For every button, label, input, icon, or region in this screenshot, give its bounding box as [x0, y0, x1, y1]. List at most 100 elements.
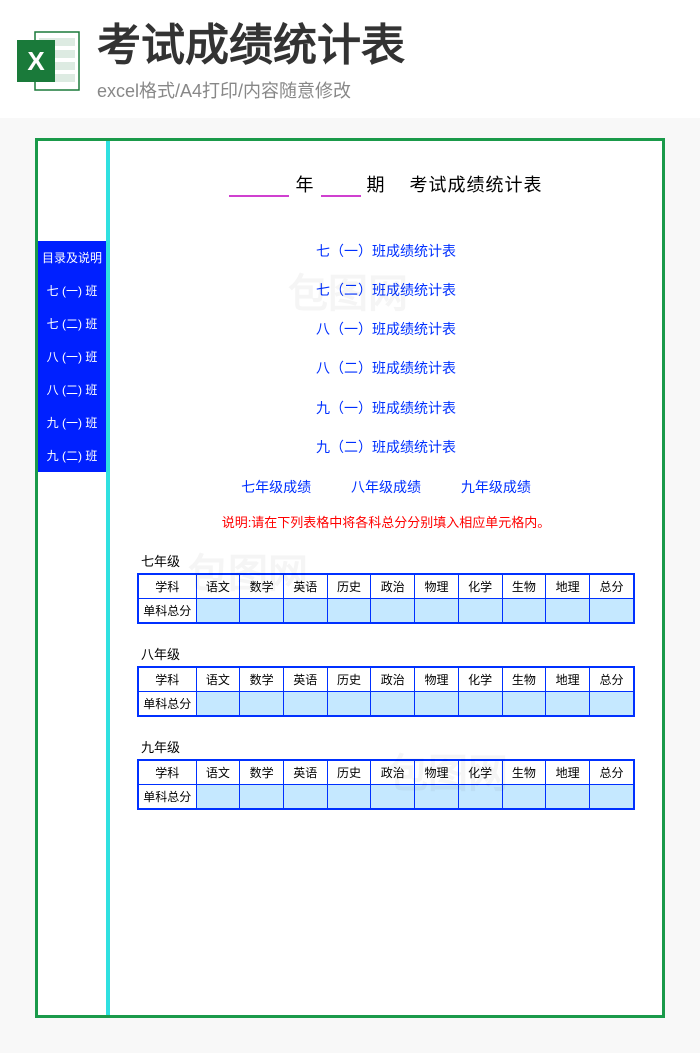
col-geography: 地理 — [546, 667, 590, 692]
score-cell[interactable] — [458, 598, 502, 623]
col-history: 历史 — [327, 574, 371, 599]
col-total: 总分 — [589, 760, 634, 785]
year-blank[interactable] — [229, 177, 289, 197]
header-title: 考试成绩统计表 — [97, 20, 685, 73]
link-grade-8[interactable]: 八年级成绩 — [351, 479, 421, 495]
excel-icon: X — [15, 26, 85, 96]
col-politics: 政治 — [371, 760, 415, 785]
col-biology: 生物 — [502, 667, 546, 692]
sidebar-item-9-1[interactable]: 九 (一) 班 — [38, 406, 106, 439]
score-cell[interactable] — [546, 784, 590, 809]
document-title: 年 期 考试成绩统计表 — [122, 171, 650, 197]
score-cell[interactable] — [196, 691, 240, 716]
term-blank[interactable] — [321, 177, 361, 197]
score-cell[interactable] — [502, 598, 546, 623]
grade-7-section: 七年级 学科 语文 数学 英语 历史 政治 物理 化学 生物 地理 总分 单科总… — [122, 551, 650, 624]
col-politics: 政治 — [371, 574, 415, 599]
link-class-9-1[interactable]: 九（一）班成绩统计表 — [122, 389, 650, 428]
col-biology: 生物 — [502, 574, 546, 599]
score-cell[interactable] — [371, 784, 415, 809]
subject-header: 学科 — [138, 667, 196, 692]
sidebar-item-7-1[interactable]: 七 (一) 班 — [38, 274, 106, 307]
main-area: 年 期 考试成绩统计表 七（一）班成绩统计表 七（二）班成绩统计表 八（一）班成… — [110, 141, 662, 1015]
subject-header: 学科 — [138, 574, 196, 599]
table-header-row: 学科 语文 数学 英语 历史 政治 物理 化学 生物 地理 总分 — [138, 667, 634, 692]
header-subtitle: excel格式/A4打印/内容随意修改 — [97, 77, 685, 103]
score-cell[interactable] — [327, 691, 371, 716]
page-header: X 考试成绩统计表 excel格式/A4打印/内容随意修改 — [0, 0, 700, 118]
grade-links: 七年级成绩 八年级成绩 九年级成绩 — [122, 477, 650, 497]
instruction-text: 说明:请在下列表格中将各科总分分别填入相应单元格内。 — [122, 512, 650, 531]
col-chinese: 语文 — [196, 760, 240, 785]
sidebar-item-8-2[interactable]: 八 (二) 班 — [38, 373, 106, 406]
sidebar-item-8-1[interactable]: 八 (一) 班 — [38, 340, 106, 373]
score-cell[interactable] — [502, 691, 546, 716]
col-geography: 地理 — [546, 574, 590, 599]
sidebar-header: 目录及说明 — [38, 241, 106, 274]
svg-text:X: X — [27, 46, 45, 76]
sidebar-column: 目录及说明 七 (一) 班 七 (二) 班 八 (一) 班 八 (二) 班 九 … — [38, 141, 110, 1015]
link-grade-7[interactable]: 七年级成绩 — [241, 479, 311, 495]
table-score-row: 单科总分 — [138, 691, 634, 716]
score-cell[interactable] — [589, 598, 634, 623]
score-cell[interactable] — [196, 598, 240, 623]
col-chemistry: 化学 — [458, 574, 502, 599]
score-cell[interactable] — [589, 691, 634, 716]
score-cell[interactable] — [283, 598, 327, 623]
year-label: 年 — [295, 175, 314, 195]
col-biology: 生物 — [502, 760, 546, 785]
col-history: 历史 — [327, 760, 371, 785]
score-cell[interactable] — [458, 691, 502, 716]
sidebar-item-7-2[interactable]: 七 (二) 班 — [38, 307, 106, 340]
title-suffix: 考试成绩统计表 — [410, 175, 543, 195]
score-cell[interactable] — [283, 784, 327, 809]
col-physics: 物理 — [415, 574, 459, 599]
header-text-block: 考试成绩统计表 excel格式/A4打印/内容随意修改 — [97, 20, 685, 103]
link-class-8-1[interactable]: 八（一）班成绩统计表 — [122, 310, 650, 349]
score-row-label: 单科总分 — [138, 598, 196, 623]
score-cell[interactable] — [371, 598, 415, 623]
link-grade-9[interactable]: 九年级成绩 — [461, 479, 531, 495]
col-math: 数学 — [240, 667, 284, 692]
grade-8-label: 八年级 — [137, 644, 635, 663]
score-cell[interactable] — [240, 691, 284, 716]
score-cell[interactable] — [240, 598, 284, 623]
score-cell[interactable] — [589, 784, 634, 809]
score-cell[interactable] — [415, 784, 459, 809]
score-cell[interactable] — [546, 691, 590, 716]
score-cell[interactable] — [196, 784, 240, 809]
grade-8-table: 学科 语文 数学 英语 历史 政治 物理 化学 生物 地理 总分 单科总分 — [137, 666, 635, 717]
score-cell[interactable] — [327, 598, 371, 623]
table-header-row: 学科 语文 数学 英语 历史 政治 物理 化学 生物 地理 总分 — [138, 760, 634, 785]
col-english: 英语 — [283, 667, 327, 692]
link-class-7-1[interactable]: 七（一）班成绩统计表 — [122, 232, 650, 271]
link-class-8-2[interactable]: 八（二）班成绩统计表 — [122, 349, 650, 388]
table-score-row: 单科总分 — [138, 598, 634, 623]
subject-header: 学科 — [138, 760, 196, 785]
grade-9-table: 学科 语文 数学 英语 历史 政治 物理 化学 生物 地理 总分 单科总分 — [137, 759, 635, 810]
grade-9-section: 九年级 学科 语文 数学 英语 历史 政治 物理 化学 生物 地理 总分 单科总… — [122, 737, 650, 810]
grade-7-label: 七年级 — [137, 551, 635, 570]
col-chinese: 语文 — [196, 667, 240, 692]
class-link-list: 七（一）班成绩统计表 七（二）班成绩统计表 八（一）班成绩统计表 八（二）班成绩… — [122, 232, 650, 467]
sidebar-item-9-2[interactable]: 九 (二) 班 — [38, 439, 106, 472]
col-physics: 物理 — [415, 760, 459, 785]
score-cell[interactable] — [371, 691, 415, 716]
score-cell[interactable] — [502, 784, 546, 809]
score-cell[interactable] — [415, 598, 459, 623]
link-class-9-2[interactable]: 九（二）班成绩统计表 — [122, 428, 650, 467]
link-class-7-2[interactable]: 七（二）班成绩统计表 — [122, 271, 650, 310]
score-cell[interactable] — [327, 784, 371, 809]
score-cell[interactable] — [240, 784, 284, 809]
grade-7-table: 学科 语文 数学 英语 历史 政治 物理 化学 生物 地理 总分 单科总分 — [137, 573, 635, 624]
score-cell[interactable] — [415, 691, 459, 716]
col-english: 英语 — [283, 760, 327, 785]
score-row-label: 单科总分 — [138, 691, 196, 716]
col-total: 总分 — [589, 574, 634, 599]
score-cell[interactable] — [283, 691, 327, 716]
col-chemistry: 化学 — [458, 760, 502, 785]
grade-9-label: 九年级 — [137, 737, 635, 756]
score-cell[interactable] — [458, 784, 502, 809]
score-cell[interactable] — [546, 598, 590, 623]
col-physics: 物理 — [415, 667, 459, 692]
